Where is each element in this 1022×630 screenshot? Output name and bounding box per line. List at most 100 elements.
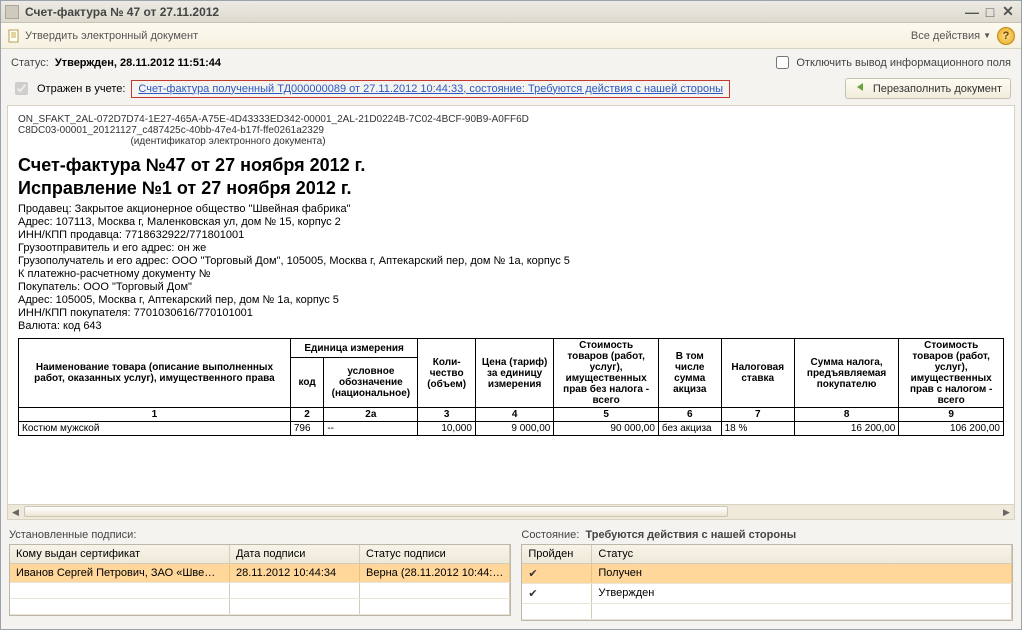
hide-info-checkbox[interactable] [776, 56, 789, 69]
th-n5: 5 [554, 408, 659, 422]
signatures-title: Установленные подписи: [9, 526, 511, 544]
state-header: Пройден Статус [522, 545, 1012, 564]
close-button[interactable]: ✕ [999, 3, 1017, 20]
sig-head-status[interactable]: Статус подписи [360, 545, 510, 563]
doc-subtitle: Исправление №1 от 27 ноября 2012 г. [18, 178, 1004, 199]
th-cost-notax: Стоимость товаров (работ, услуг), имущес… [554, 339, 659, 408]
cell-unit: -- [324, 422, 418, 436]
sig-status: Верна (28.11.2012 10:44:… [360, 564, 510, 582]
sig-owner: Иванов Сергей Петрович, ЗАО «Шве… [10, 564, 230, 582]
chevron-down-icon: ▼ [983, 31, 991, 40]
scroll-right-icon[interactable]: ▶ [999, 505, 1014, 520]
signatures-grid: Кому выдан сертификат Дата подписи Стату… [9, 544, 511, 616]
sig-date: 28.11.2012 10:44:34 [230, 564, 360, 582]
th-n2: 2 [290, 408, 323, 422]
status-row: Статус: Утвержден, 28.11.2012 11:51:44 О… [1, 49, 1021, 76]
state-status: Получен [592, 564, 1012, 583]
th-n8: 8 [794, 408, 899, 422]
scroll-thumb[interactable] [24, 506, 728, 517]
refill-button[interactable]: Перезаполнить документ [845, 78, 1011, 99]
th-unit: Единица измерения [290, 339, 418, 358]
window-icon [5, 5, 19, 19]
hide-info-label: Отключить вывод информационного поля [796, 57, 1011, 69]
approve-button[interactable]: Утвердить электронный документ [7, 29, 198, 43]
doc-paydoc: К платежно-расчетному документу № [18, 268, 1004, 280]
cell-cost-notax: 90 000,00 [554, 422, 659, 436]
doc-buyer-addr: Адрес: 105005, Москва г, Аптекарский пер… [18, 294, 1004, 306]
doc-seller-addr: Адрес: 107113, Москва г, Маленковская ул… [18, 216, 1004, 228]
doc-seller: Продавец: Закрытое акционерное общество … [18, 203, 1004, 215]
reflected-checkbox [15, 82, 28, 95]
signatures-header: Кому выдан сертификат Дата подписи Стату… [10, 545, 510, 564]
doc-title: Счет-фактура №47 от 27 ноября 2012 г. [18, 155, 1004, 176]
state-title-value: Требуются действия с нашей стороны [585, 529, 796, 541]
sig-head-owner[interactable]: Кому выдан сертификат [10, 545, 230, 563]
state-title: Состояние: Требуются действия с нашей ст… [521, 526, 1013, 544]
state-title-label: Состояние: [521, 529, 579, 541]
cell-code: 796 [290, 422, 323, 436]
th-n3: 3 [418, 408, 476, 422]
doc-currency: Валюта: код 643 [18, 320, 1004, 332]
th-qty: Коли-чество (объем) [418, 339, 476, 408]
th-excise: В том числе сумма акциза [658, 339, 721, 408]
window-title: Счет-фактура № 47 от 27.11.2012 [25, 5, 219, 19]
all-actions-dropdown[interactable]: Все действия ▼ [911, 30, 991, 42]
state-row[interactable]: ✔ Утвержден [522, 584, 1012, 604]
signature-row[interactable]: Иванов Сергей Петрович, ЗАО «Шве… 28.11.… [10, 564, 510, 583]
th-taxrate: Налоговая ставка [721, 339, 794, 408]
signatures-panel: Установленные подписи: Кому выдан сертиф… [9, 526, 511, 621]
document-scroll[interactable]: ON_SFAKT_2AL-072D7D74-1E27-465A-A75E-4D4… [8, 106, 1014, 504]
app-window: Счет-фактура № 47 от 27.11.2012 — □ ✕ Ут… [0, 0, 1022, 630]
th-n6: 6 [658, 408, 721, 422]
cell-excise: без акциза [658, 422, 721, 436]
titlebar: Счет-фактура № 47 от 27.11.2012 — □ ✕ [1, 1, 1021, 23]
refill-label: Перезаполнить документ [873, 83, 1002, 95]
reflect-label: Отражен в учете: [37, 83, 125, 95]
cell-name: Костюм мужской [19, 422, 291, 436]
state-panel: Состояние: Требуются действия с нашей ст… [521, 526, 1013, 621]
doc-id-line1: ON_SFAKT_2AL-072D7D74-1E27-465A-A75E-4D4… [18, 114, 1004, 125]
doc-id-line2: C8DC03-00001_20121127_c487425c-40bb-47e4… [18, 125, 1004, 136]
doc-seller-inn: ИНН/КПП продавца: 7718632922/771801001 [18, 229, 1004, 241]
doc-shipper: Грузоотправитель и его адрес: он же [18, 242, 1004, 254]
state-grid: Пройден Статус ✔ Получен ✔ Утвержден [521, 544, 1013, 621]
sig-head-date[interactable]: Дата подписи [230, 545, 360, 563]
state-status: Утвержден [592, 584, 1012, 603]
th-taxsum: Сумма налога, предъявляемая покупателю [794, 339, 899, 408]
invoice-status-link[interactable]: Счет-фактура полученный ТД000000089 от 2… [131, 80, 730, 98]
bottom-panels: Установленные подписи: Кому выдан сертиф… [1, 520, 1021, 629]
toolbar: Утвердить электронный документ Все дейст… [1, 23, 1021, 49]
th-cost-tax: Стоимость товаров (работ, услуг), имущес… [899, 339, 1004, 408]
th-name: Наименование товара (описание выполненны… [19, 339, 291, 408]
approve-label: Утвердить электронный документ [25, 30, 198, 42]
hide-info-toggle[interactable]: Отключить вывод информационного поля [772, 53, 1011, 72]
arrow-left-icon [854, 81, 868, 96]
th-n1: 1 [19, 408, 291, 422]
document-area: ON_SFAKT_2AL-072D7D74-1E27-465A-A75E-4D4… [7, 105, 1015, 520]
state-head-status[interactable]: Статус [592, 545, 1012, 563]
state-row[interactable]: ✔ Получен [522, 564, 1012, 584]
minimize-button[interactable]: — [963, 4, 981, 20]
maximize-button[interactable]: □ [981, 4, 999, 20]
th-unit-name: условное обозначение (национальное) [324, 358, 418, 408]
document-icon [7, 29, 21, 43]
horizontal-scrollbar[interactable]: ◀ ▶ [8, 504, 1014, 519]
scroll-left-icon[interactable]: ◀ [8, 505, 23, 520]
goods-table: Наименование товара (описание выполненны… [18, 338, 1004, 436]
cell-taxrate: 18 % [721, 422, 794, 436]
state-passed: ✔ [522, 584, 592, 603]
state-passed: ✔ [522, 564, 592, 583]
state-head-passed[interactable]: Пройден [522, 545, 592, 563]
th-n2a: 2а [324, 408, 418, 422]
doc-id-caption: (идентификатор электронного документа) [18, 136, 438, 147]
reflect-row: Отражен в учете: Счет-фактура полученный… [1, 76, 1021, 105]
help-button[interactable]: ? [997, 27, 1015, 45]
th-price: Цена (тариф) за единицу измерения [475, 339, 553, 408]
th-unit-code: код [290, 358, 323, 408]
cell-qty: 10,000 [418, 422, 476, 436]
th-n7: 7 [721, 408, 794, 422]
th-n4: 4 [475, 408, 553, 422]
all-actions-label: Все действия [911, 30, 980, 42]
doc-buyer: Покупатель: ООО "Торговый Дом" [18, 281, 1004, 293]
cell-price: 9 000,00 [475, 422, 553, 436]
